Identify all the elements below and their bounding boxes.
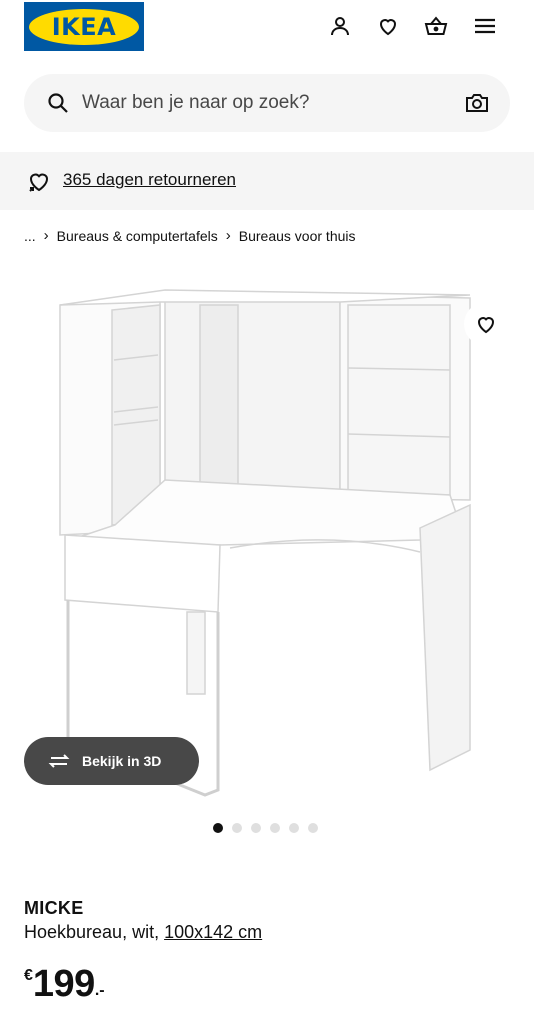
menu-icon[interactable] [471,12,499,40]
camera-search-icon[interactable] [464,91,490,115]
carousel-dot[interactable] [232,823,242,833]
breadcrumb: ... › Bureaus & computertafels › Bureaus… [24,227,356,244]
logo-oval: IKEA [29,8,139,45]
breadcrumb-item-desks[interactable]: Bureaus & computertafels [57,228,218,244]
returns-banner: 365 dagen retourneren [0,152,534,210]
carousel-dot[interactable] [251,823,261,833]
return-heart-icon [26,169,52,195]
breadcrumb-item-home-desks[interactable]: Bureaus voor thuis [239,228,356,244]
product-name: MICKE [24,898,84,918]
user-icon[interactable] [326,12,354,40]
rotate-3d-icon [48,754,70,768]
carousel-dot[interactable] [308,823,318,833]
product-image[interactable] [0,270,534,810]
product-description: Hoekbureau, wit, 100x142 cm [24,922,262,943]
chevron-right-icon: › [43,227,49,244]
heart-icon[interactable] [374,12,402,40]
price-amount: 199 [32,963,95,1005]
returns-link[interactable]: 365 dagen retourneren [63,170,236,190]
carousel-dot[interactable] [270,823,280,833]
breadcrumb-ellipsis[interactable]: ... [24,228,36,244]
carousel-dot[interactable] [213,823,223,833]
search-input[interactable]: Waar ben je naar op zoek? [82,92,309,114]
basket-icon[interactable] [422,12,450,40]
heart-icon [477,317,495,334]
price-currency: € [24,967,33,984]
favourite-button[interactable] [464,302,508,346]
carousel-dots [213,823,318,833]
chevron-right-icon: › [225,227,231,244]
ikea-logo[interactable]: IKEA [24,2,144,51]
search-bar[interactable]: Waar ben je naar op zoek? [24,74,510,132]
carousel-dot[interactable] [289,823,299,833]
view-3d-button[interactable]: Bekijk in 3D [24,737,199,785]
product-price: € 199 .- [24,962,105,1006]
top-header: IKEA [0,0,534,62]
view-3d-label: Bekijk in 3D [82,753,162,769]
price-decimal: .- [94,982,105,999]
search-icon [46,91,70,115]
logo-text: IKEA [51,12,117,41]
product-dimensions-link[interactable]: 100x142 cm [164,922,262,942]
product-type: Hoekbureau, wit, [24,922,160,942]
